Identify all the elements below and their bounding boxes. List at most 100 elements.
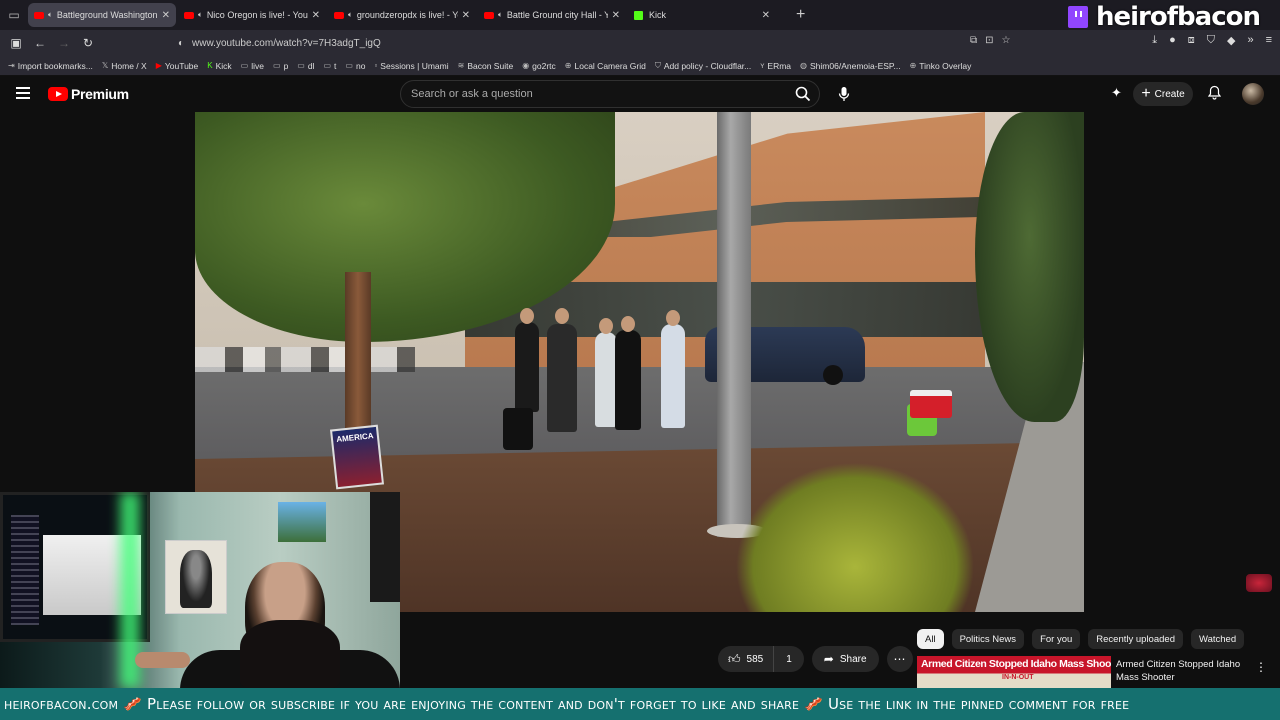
extensions-icon[interactable]: ⧈	[1188, 34, 1195, 47]
downloads-icon[interactable]: ⤓	[1152, 34, 1157, 47]
sidebar-toggle-icon[interactable]: ▣	[4, 36, 28, 50]
close-icon[interactable]: ✕	[762, 10, 770, 21]
notifications-bell-icon[interactable]	[1207, 85, 1222, 103]
filter-chip[interactable]: For you	[1032, 629, 1081, 649]
bookmark-item[interactable]: ◍ Shim06/Anemoia-ESP...	[800, 61, 901, 71]
bookmark-label: Home / X	[111, 60, 147, 71]
reload-button[interactable]: ↻	[76, 36, 100, 50]
more-actions-button[interactable]: ⋯	[886, 646, 913, 672]
red-cooler	[910, 390, 952, 418]
tab-title: Nico Oregon is live! - YouTube	[206, 10, 308, 20]
close-icon[interactable]: ✕	[462, 10, 470, 21]
save-to-pocket-icon[interactable]: ⊡	[985, 35, 993, 46]
bookmark-item[interactable]: ⇥ Import bookmarks...	[8, 61, 93, 71]
filter-chip[interactable]: Watched	[1190, 629, 1245, 649]
bookmark-star-icon[interactable]: ☆	[1002, 35, 1011, 46]
like-button[interactable]: 👍︎ 585	[718, 646, 775, 672]
back-button[interactable]: ←	[28, 36, 52, 50]
youtube-logo-text: Premium	[71, 86, 129, 102]
browser-tab[interactable]: 🔈︎ Battleground Washington ✕	[28, 3, 176, 27]
picture-in-picture-icon[interactable]: ⧉	[970, 35, 977, 46]
microphone-icon	[838, 87, 850, 101]
bookmark-item[interactable]: ▭ t	[323, 61, 336, 71]
stream-ticker: heirofbacon.com 🥓 Please follow or subsc…	[0, 688, 1280, 720]
forward-button[interactable]: →	[52, 36, 76, 50]
shield-icon[interactable]: ⛉	[1207, 34, 1215, 47]
bookmark-item[interactable]: ◉ go2rtc	[522, 61, 556, 71]
share-button[interactable]: ➦ Share	[811, 646, 879, 672]
url-text[interactable]: www.youtube.com/watch?v=7H3adgT_igQ	[192, 38, 381, 49]
bookmark-item[interactable]: K Kick	[207, 61, 231, 71]
bookmark-item[interactable]: 𝕏 Home / X	[102, 61, 147, 71]
bookmark-item[interactable]: ▶ YouTube	[156, 61, 199, 71]
app-menu-icon[interactable]: ≡	[1266, 34, 1272, 47]
recommendation-thumbnail[interactable]: Armed Citizen Stopped Idaho Mass Shooter…	[917, 656, 1111, 688]
filter-chip[interactable]: Recently uploaded	[1088, 629, 1183, 649]
extension-icon[interactable]: ◆	[1227, 34, 1235, 47]
bookmark-item[interactable]: ▭ dl	[297, 61, 314, 71]
bookmarks-bar: ⇥ Import bookmarks... 𝕏 Home / X ▶ YouTube K Ki…	[0, 56, 1280, 76]
bookmark-item[interactable]: ▫ Sessions | Umami	[374, 61, 448, 71]
avatar[interactable]	[1242, 83, 1264, 105]
search-button[interactable]	[786, 80, 820, 108]
dislike-button[interactable]: 1	[774, 646, 804, 672]
bookmark-item[interactable]: ▭ p	[273, 61, 288, 71]
bookmark-label: Kick	[215, 60, 232, 71]
bookmark-label: t	[334, 60, 337, 71]
bookmark-label: dl	[307, 60, 315, 71]
ym-icon: ʏ	[760, 61, 765, 70]
kebab-menu-icon[interactable]: ⋮	[1255, 660, 1267, 674]
new-tab-button[interactable]: +	[796, 6, 805, 24]
browser-tab[interactable]: 🔈︎Battle Ground city Hall - YouTube ✕	[478, 3, 626, 27]
site-info-icon[interactable]: ◐	[178, 38, 184, 49]
browser-tab[interactable]: 🔈︎Nico Oregon is live! - YouTube ✕	[178, 3, 326, 27]
close-icon[interactable]: ✕	[312, 10, 320, 21]
tab-list-icon[interactable]: ▭	[0, 0, 28, 30]
bookmark-item[interactable]: ≋ Bacon Suite	[458, 61, 514, 71]
account-icon[interactable]: ●	[1169, 34, 1176, 47]
voice-search-button[interactable]	[830, 80, 858, 108]
bookmark-item[interactable]: ʏ ERma	[760, 61, 791, 71]
thumbnail-text: Armed Citizen Stopped Idaho Mass Shooter	[921, 658, 1111, 670]
browser-tab[interactable]: Kick ✕	[628, 3, 776, 27]
filter-chip[interactable]: Politics News	[951, 629, 1025, 649]
bacon-icon: ≋	[457, 61, 465, 70]
address-bar-actions: ⧉ ⊡ ☆	[970, 35, 1011, 46]
folder-icon: ▭	[345, 61, 353, 70]
create-label: Create	[1154, 88, 1185, 100]
close-icon[interactable]: ✕	[162, 10, 170, 21]
bookmark-label: live	[251, 60, 264, 71]
speaker-icon[interactable]: 🔈︎	[498, 10, 503, 20]
close-icon[interactable]: ✕	[612, 10, 620, 21]
webcam-overlay	[0, 492, 400, 688]
search-input[interactable]: Search or ask a question	[400, 80, 820, 108]
filter-chip[interactable]: All	[917, 629, 944, 649]
bookmark-item[interactable]: ▭ live	[241, 61, 264, 71]
thumbnail-subtext: IN-N-OUT	[1002, 674, 1034, 681]
create-button[interactable]: + Create	[1133, 82, 1193, 106]
bookmark-item[interactable]: ⊕ Local Camera Grid	[565, 61, 646, 71]
guide-menu-icon[interactable]	[16, 87, 30, 99]
search-icon	[795, 86, 811, 102]
address-bar[interactable]: ◐ www.youtube.com/watch?v=7H3adgT_igQ	[178, 32, 1038, 54]
youtube-logo[interactable]: Premium	[48, 86, 129, 102]
bookmark-item[interactable]: ▭ no	[345, 61, 365, 71]
overflow-chevron-icon[interactable]: »	[1247, 34, 1253, 47]
channel-watermark-icon	[1246, 574, 1272, 592]
recommendation-title[interactable]: Armed Citizen Stopped Idaho Mass Shooter	[1116, 658, 1246, 684]
browser-tab[interactable]: 🔈︎groundzeropdx is live! - YouTube ✕	[328, 3, 476, 27]
bookmark-label: p	[283, 60, 289, 71]
recommended-video[interactable]: Armed Citizen Stopped Idaho Mass Shooter…	[917, 656, 1277, 688]
ask-ai-icon[interactable]: ✦	[1111, 85, 1122, 101]
globe-icon: ⊕	[564, 61, 572, 70]
video-actions: 👍︎ 585 1 ➦ Share ⋯	[718, 646, 913, 672]
like-dislike-group: 👍︎ 585 1	[718, 646, 804, 672]
bookmark-item[interactable]: ⛉ Add policy - Cloudflar...	[655, 61, 751, 71]
speaker-icon[interactable]: 🔈︎	[48, 10, 53, 20]
youtube-icon	[34, 11, 44, 19]
bookmark-label: Local Camera Grid	[574, 60, 646, 71]
speaker-icon[interactable]: 🔈︎	[348, 10, 353, 20]
youtube-header: Premium Search or ask a question ✦ + Cre…	[0, 76, 1280, 112]
speaker-icon[interactable]: 🔈︎	[198, 10, 203, 20]
bookmark-item[interactable]: ⊕ Tinko Overlay	[910, 61, 972, 71]
